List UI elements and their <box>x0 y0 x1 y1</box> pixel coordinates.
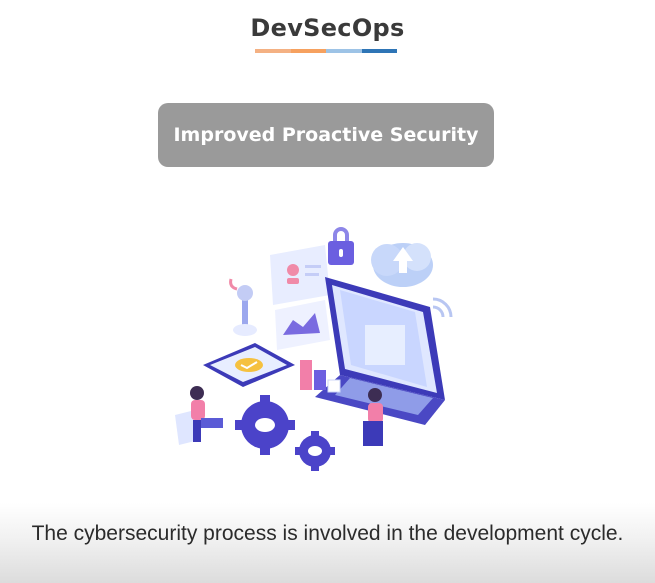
key-icon <box>229 278 257 336</box>
bar-chart-icon <box>300 360 341 393</box>
gear-small-icon <box>295 431 335 471</box>
page-title: DevSecOps <box>250 14 405 42</box>
title-underline <box>255 49 397 53</box>
smartphone-icon <box>203 343 295 387</box>
caption-text: The cybersecurity process is involved in… <box>31 522 624 545</box>
cloud-upload-icon <box>371 243 433 287</box>
chart-card-icon <box>275 300 330 350</box>
topic-badge: Improved Proactive Security <box>158 103 494 167</box>
lock-icon <box>328 227 354 265</box>
laptop-icon <box>315 277 445 425</box>
wifi-icon <box>432 297 453 318</box>
cybersecurity-development-illustration <box>175 227 453 471</box>
person-with-laptop-icon <box>175 386 223 445</box>
gear-large-icon <box>235 395 295 455</box>
profile-card-icon <box>270 245 330 305</box>
